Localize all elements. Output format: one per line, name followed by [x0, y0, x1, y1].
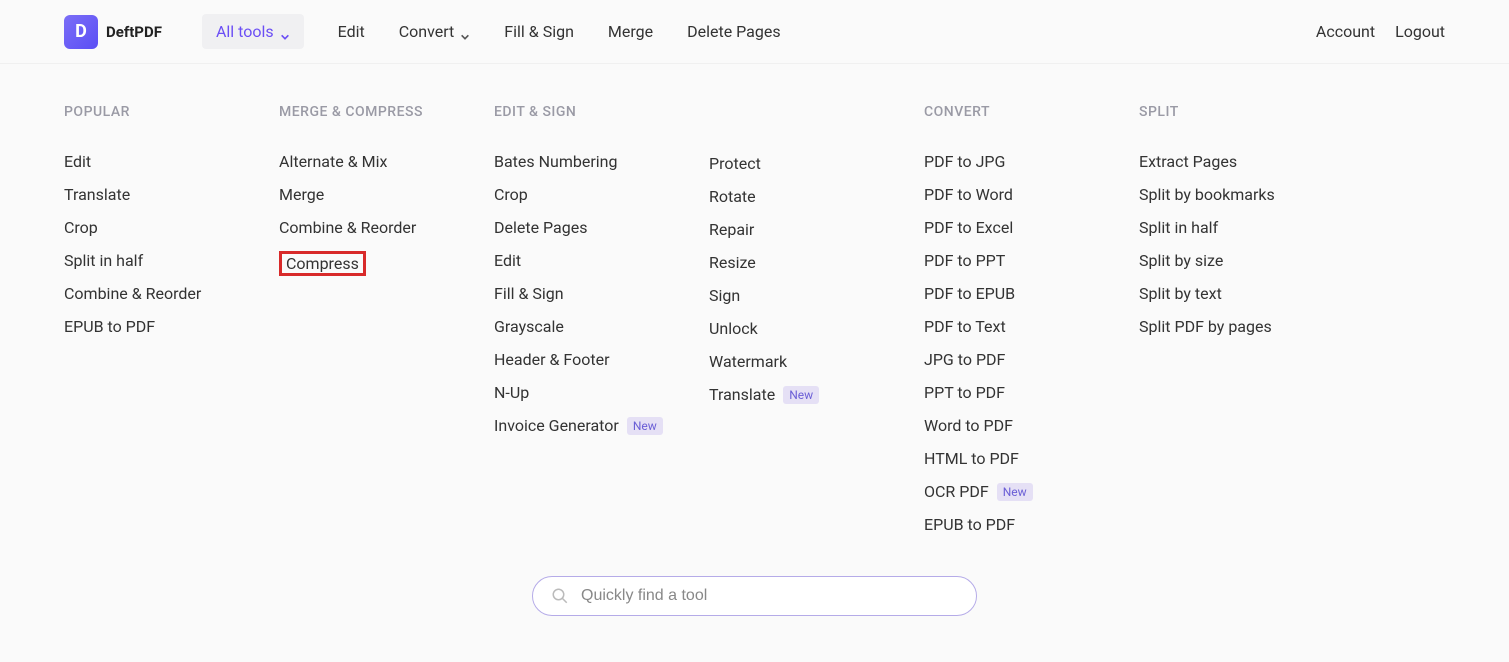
list-edit-sign-1: Bates Numbering Crop Delete Pages Edit F…	[494, 152, 709, 435]
nav-convert-label: Convert	[399, 22, 455, 41]
heading-merge-compress: MERGE & COMPRESS	[279, 104, 494, 120]
link-split-bookmarks[interactable]: Split by bookmarks	[1139, 185, 1275, 204]
logo-text: DeftPDF	[106, 23, 162, 41]
link-protect[interactable]: Protect	[709, 154, 761, 173]
link-pdf-to-text[interactable]: PDF to Text	[924, 317, 1006, 336]
heading-spacer	[709, 104, 924, 122]
link-pdf-to-epub[interactable]: PDF to EPUB	[924, 284, 1015, 303]
link-repair[interactable]: Repair	[709, 220, 754, 239]
link-edit-2[interactable]: Edit	[494, 251, 521, 270]
link-fill-sign[interactable]: Fill & Sign	[494, 284, 564, 303]
link-grayscale[interactable]: Grayscale	[494, 317, 564, 336]
search-icon	[551, 587, 569, 605]
badge-new: New	[997, 483, 1033, 501]
nav-logout[interactable]: Logout	[1395, 14, 1445, 49]
nav-merge[interactable]: Merge	[608, 14, 653, 49]
nav-fill-sign[interactable]: Fill & Sign	[504, 14, 574, 49]
link-crop-2[interactable]: Crop	[494, 185, 528, 204]
link-translate[interactable]: Translate	[64, 185, 130, 204]
link-rotate[interactable]: Rotate	[709, 187, 756, 206]
link-delete-pages[interactable]: Delete Pages	[494, 218, 587, 237]
link-watermark[interactable]: Watermark	[709, 352, 787, 371]
link-ppt-to-pdf[interactable]: PPT to PDF	[924, 383, 1005, 402]
link-split-by-pages[interactable]: Split PDF by pages	[1139, 317, 1272, 336]
header-left: D DeftPDF All tools Edit Convert Fill & …	[64, 14, 781, 49]
nav-all-tools[interactable]: All tools	[202, 14, 304, 49]
search-wrap	[0, 564, 1509, 646]
list-merge-compress: Alternate & Mix Merge Combine & Reorder …	[279, 152, 494, 276]
link-resize[interactable]: Resize	[709, 253, 756, 272]
nav-all-tools-label: All tools	[216, 22, 274, 41]
list-convert: PDF to JPG PDF to Word PDF to Excel PDF …	[924, 152, 1139, 534]
heading-edit-sign: EDIT & SIGN	[494, 104, 709, 120]
list-popular: Edit Translate Crop Split in half Combin…	[64, 152, 279, 336]
link-word-to-pdf[interactable]: Word to PDF	[924, 416, 1013, 435]
link-translate-2[interactable]: Translate New	[709, 385, 819, 404]
header: D DeftPDF All tools Edit Convert Fill & …	[0, 0, 1509, 64]
link-pdf-to-ppt[interactable]: PDF to PPT	[924, 251, 1005, 270]
chevron-down-icon	[280, 27, 290, 37]
link-pdf-to-jpg[interactable]: PDF to JPG	[924, 152, 1005, 171]
badge-new: New	[783, 386, 819, 404]
badge-new: New	[627, 417, 663, 435]
link-epub-to-pdf[interactable]: EPUB to PDF	[64, 317, 155, 336]
link-extract-pages[interactable]: Extract Pages	[1139, 152, 1237, 171]
link-ocr-pdf[interactable]: OCR PDF New	[924, 482, 1033, 501]
nav-edit[interactable]: Edit	[338, 14, 365, 49]
link-compress[interactable]: Compress	[279, 251, 366, 276]
link-crop[interactable]: Crop	[64, 218, 98, 237]
link-invoice-generator[interactable]: Invoice Generator New	[494, 416, 663, 435]
link-header-footer[interactable]: Header & Footer	[494, 350, 610, 369]
nav-delete-pages[interactable]: Delete Pages	[687, 14, 780, 49]
link-translate-2-label: Translate	[709, 385, 775, 404]
list-split: Extract Pages Split by bookmarks Split i…	[1139, 152, 1354, 336]
col-edit-sign-2: Protect Rotate Repair Resize Sign Unlock…	[709, 104, 924, 534]
link-pdf-to-word[interactable]: PDF to Word	[924, 185, 1013, 204]
link-html-to-pdf[interactable]: HTML to PDF	[924, 449, 1019, 468]
heading-convert: CONVERT	[924, 104, 1139, 120]
link-combine-reorder-2[interactable]: Combine & Reorder	[279, 218, 416, 237]
header-right: Account Logout	[1316, 14, 1445, 49]
link-epub-to-pdf-2[interactable]: EPUB to PDF	[924, 515, 1015, 534]
main-nav: All tools Edit Convert Fill & Sign Merge…	[202, 14, 781, 49]
link-sign[interactable]: Sign	[709, 286, 740, 305]
link-jpg-to-pdf[interactable]: JPG to PDF	[924, 350, 1005, 369]
nav-account[interactable]: Account	[1316, 14, 1375, 49]
logo-icon: D	[64, 15, 98, 49]
logo[interactable]: D DeftPDF	[64, 15, 162, 49]
link-merge[interactable]: Merge	[279, 185, 324, 204]
link-combine-reorder[interactable]: Combine & Reorder	[64, 284, 201, 303]
link-alternate-mix[interactable]: Alternate & Mix	[279, 152, 387, 171]
link-split-in-half[interactable]: Split in half	[64, 251, 143, 270]
chevron-down-icon	[460, 27, 470, 37]
link-invoice-generator-label: Invoice Generator	[494, 416, 619, 435]
link-unlock[interactable]: Unlock	[709, 319, 758, 338]
mega-menu: POPULAR Edit Translate Crop Split in hal…	[0, 64, 1509, 564]
link-split-in-half-2[interactable]: Split in half	[1139, 218, 1218, 237]
col-popular: POPULAR Edit Translate Crop Split in hal…	[64, 104, 279, 534]
heading-split: SPLIT	[1139, 104, 1354, 120]
link-pdf-to-excel[interactable]: PDF to Excel	[924, 218, 1013, 237]
heading-popular: POPULAR	[64, 104, 279, 120]
col-edit-sign-1: EDIT & SIGN Bates Numbering Crop Delete …	[494, 104, 709, 534]
link-split-by-text[interactable]: Split by text	[1139, 284, 1222, 303]
nav-convert[interactable]: Convert	[399, 14, 471, 49]
link-split-by-size[interactable]: Split by size	[1139, 251, 1223, 270]
col-convert: CONVERT PDF to JPG PDF to Word PDF to Ex…	[924, 104, 1139, 534]
search-input[interactable]	[581, 587, 958, 605]
link-n-up[interactable]: N-Up	[494, 383, 529, 402]
list-edit-sign-2: Protect Rotate Repair Resize Sign Unlock…	[709, 154, 924, 404]
link-edit[interactable]: Edit	[64, 152, 91, 171]
col-merge-compress: MERGE & COMPRESS Alternate & Mix Merge C…	[279, 104, 494, 534]
col-split: SPLIT Extract Pages Split by bookmarks S…	[1139, 104, 1354, 534]
search-box[interactable]	[532, 576, 977, 616]
link-bates-numbering[interactable]: Bates Numbering	[494, 152, 617, 171]
link-ocr-pdf-label: OCR PDF	[924, 482, 989, 501]
